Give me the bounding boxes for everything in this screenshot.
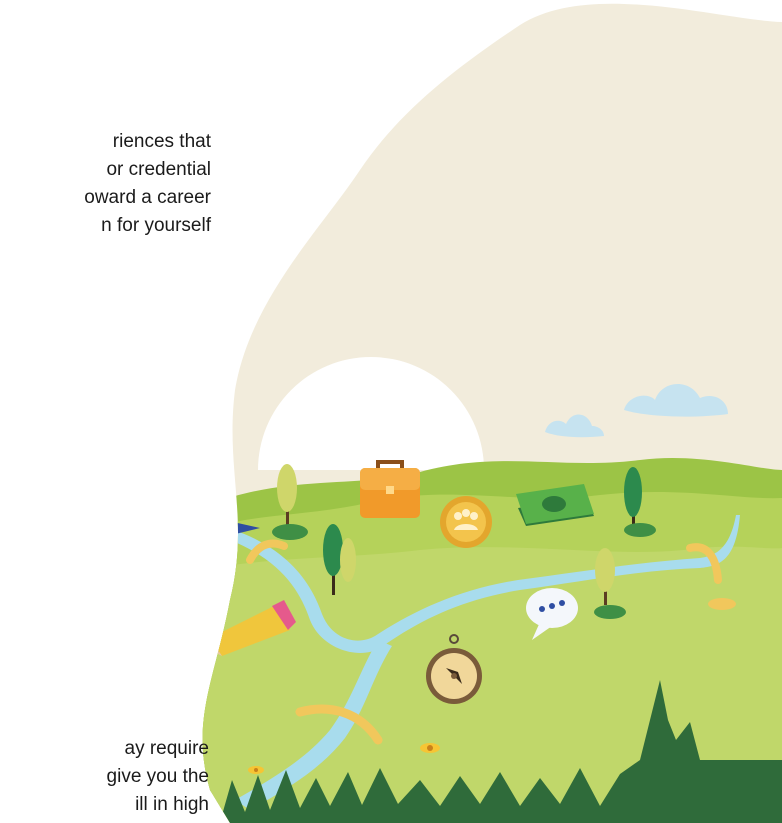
paragraph-line: oward a career <box>84 187 211 208</box>
flower-icon <box>420 743 440 753</box>
paragraph-line: or credential <box>106 159 211 180</box>
closing-paragraph: ay require give you the ill in high <box>0 735 209 819</box>
community-coin-icon <box>440 496 492 548</box>
paragraph-line: give you the <box>106 766 209 787</box>
bush <box>708 598 736 610</box>
tree-icon <box>63 504 96 580</box>
paragraph-line: n for yourself <box>101 215 211 236</box>
bush <box>624 523 656 537</box>
briefcase-icon <box>360 460 420 518</box>
paragraph-line: ill in high <box>135 794 209 815</box>
bush <box>594 605 626 619</box>
bush <box>272 524 308 540</box>
career-landscape-illustration <box>63 3 782 823</box>
bush <box>64 570 116 586</box>
intro-paragraph: riences that or credential oward a caree… <box>0 128 211 240</box>
paragraph-line: riences that <box>112 131 211 152</box>
cloud-icon <box>202 411 221 440</box>
paragraph-line: ay require <box>124 738 210 759</box>
flower-icon <box>248 766 264 774</box>
